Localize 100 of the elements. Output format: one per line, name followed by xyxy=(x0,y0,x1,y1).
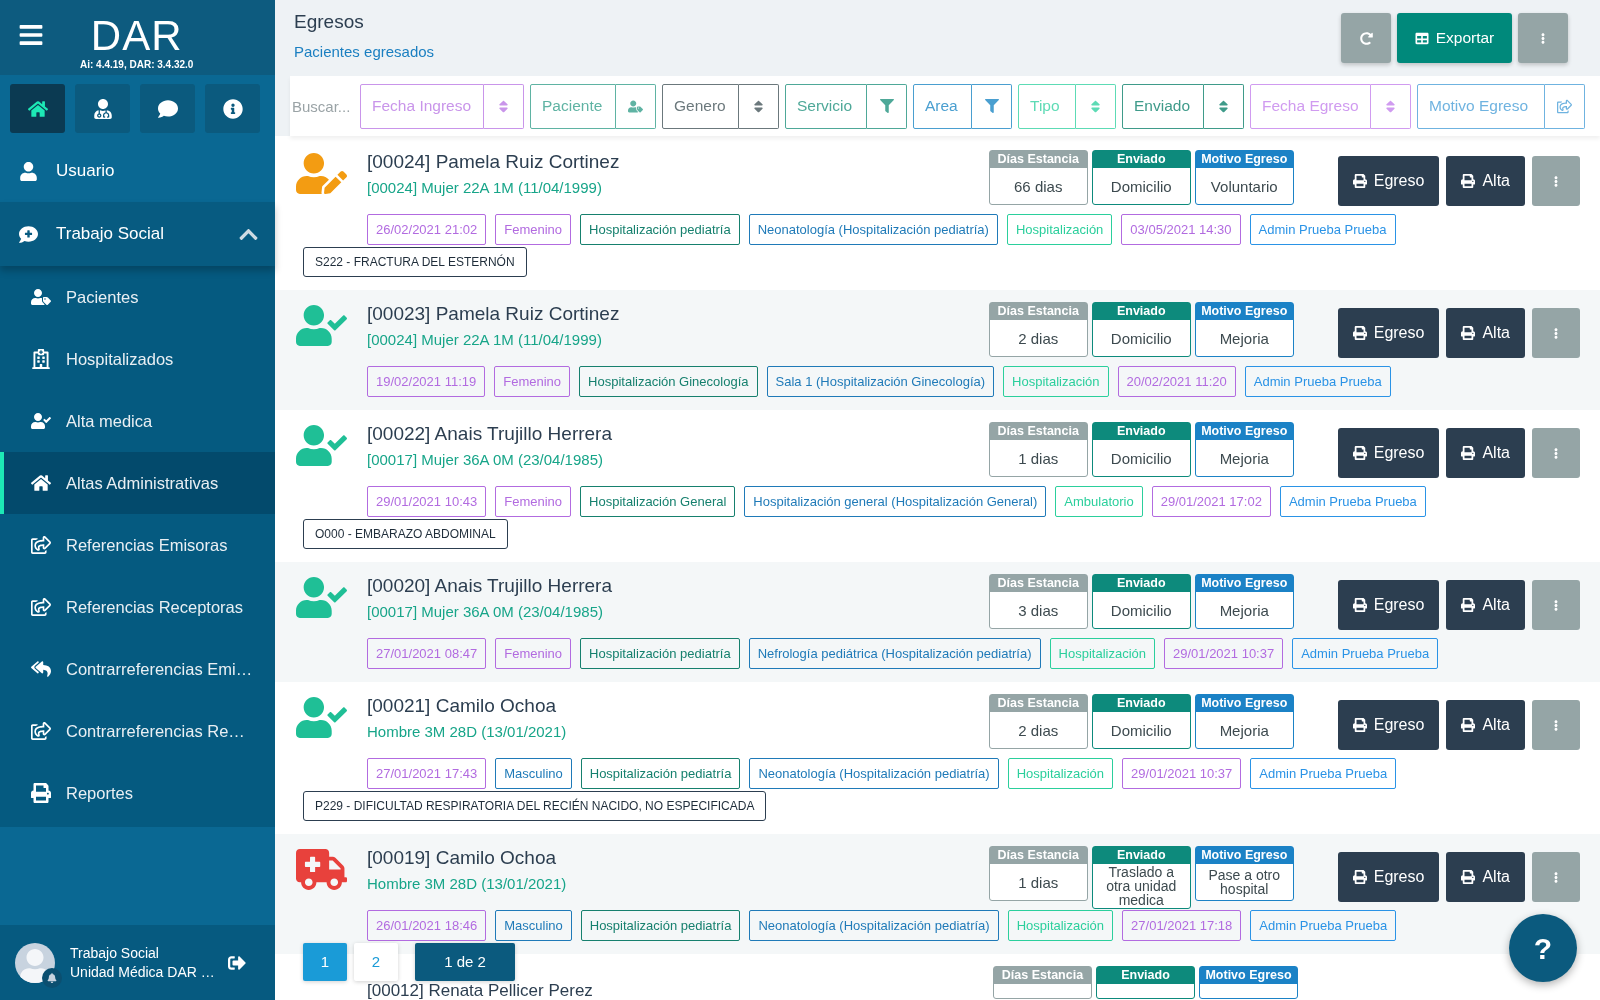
print-button[interactable]: Alta xyxy=(1446,308,1525,358)
filter-field[interactable]: Fecha Ingreso xyxy=(360,83,484,129)
logout-icon[interactable] xyxy=(227,953,247,972)
sidebar-item[interactable]: Contrarreferencias Re… xyxy=(0,700,275,762)
stat-value: Pase a otro hospital xyxy=(1207,866,1281,899)
sidebar-item[interactable]: Alta medica xyxy=(0,390,275,452)
print-button[interactable]: Egreso xyxy=(1337,700,1440,750)
doctor-icon xyxy=(92,98,113,119)
info-button[interactable] xyxy=(205,84,260,133)
patient-button[interactable] xyxy=(616,83,656,129)
list-row[interactable] xyxy=(275,290,1600,410)
print-button[interactable]: Egreso xyxy=(1337,308,1440,358)
stat-value: Domicilio xyxy=(1109,328,1173,349)
filter-field[interactable]: Enviado xyxy=(1122,83,1204,129)
filter-button[interactable] xyxy=(972,83,1012,129)
info-tag: Hospitalización pediatría xyxy=(580,638,740,669)
info-tag: Hospitalización Ginecología xyxy=(579,366,758,397)
filter-field[interactable]: Tipo xyxy=(1018,83,1076,129)
info-tag: Hospitalización xyxy=(1007,758,1114,789)
info-tag: 26/02/2021 21:02 xyxy=(367,214,487,245)
info-tag: Hospitalización General xyxy=(580,486,736,517)
info-tag: 27/01/2021 17:18 xyxy=(1122,910,1242,941)
printer-icon xyxy=(1352,326,1367,340)
stat-header: Días Estancia xyxy=(989,151,1087,168)
patient-name: [00012] Renata Pellicer Perez xyxy=(367,982,593,999)
info-tag: 27/01/2021 08:47 xyxy=(367,638,487,669)
sidebar-item[interactable]: Altas Administrativas xyxy=(0,452,275,514)
info-tag: Hospitalización xyxy=(1003,366,1109,397)
list-row[interactable] xyxy=(275,562,1600,682)
printer-icon xyxy=(1352,598,1367,612)
stat-header: Motivo Egreso xyxy=(1195,423,1293,440)
search-field[interactable]: Buscar... xyxy=(292,83,354,129)
share-icon xyxy=(31,721,51,741)
table-icon xyxy=(1414,31,1429,45)
sort-icon xyxy=(1216,98,1231,114)
filter-button[interactable] xyxy=(867,83,907,129)
stat-value: 2 dias xyxy=(1017,328,1060,349)
stat-header: Motivo Egreso xyxy=(1195,151,1293,168)
printer-icon xyxy=(1461,446,1476,460)
sort-button[interactable] xyxy=(1371,83,1411,129)
stat-header: Motivo Egreso xyxy=(1195,847,1293,864)
print-button[interactable]: Alta xyxy=(1446,428,1525,478)
reply-all-icon xyxy=(31,659,51,679)
home-button[interactable] xyxy=(10,84,65,133)
sidebar-item[interactable]: Contrarreferencias Emi… xyxy=(0,638,275,700)
version-label: Ai: 4.4.19, DAR: 3.4.32.0 xyxy=(80,59,194,71)
share-button[interactable] xyxy=(1545,83,1585,129)
print-button[interactable]: Alta xyxy=(1446,580,1525,630)
stat-value: Domicilio xyxy=(1109,720,1173,741)
sidebar-item[interactable]: Referencias Receptoras xyxy=(0,576,275,638)
stat-header: Días Estancia xyxy=(989,423,1087,440)
filter-field[interactable]: Fecha Egreso xyxy=(1250,83,1371,129)
refresh-button[interactable] xyxy=(1341,13,1391,63)
info-tag: Hospitalización pediatría xyxy=(580,910,741,941)
info-tag: Hospitalización xyxy=(1006,214,1113,245)
info-tag: Admin Prueba Prueba xyxy=(1249,214,1396,245)
sort-button[interactable] xyxy=(484,83,524,129)
filter-field[interactable]: Paciente xyxy=(530,83,616,129)
export-button[interactable]: Exportar xyxy=(1397,13,1512,63)
printer-icon xyxy=(1461,870,1476,884)
doctor-button[interactable] xyxy=(75,84,130,133)
stat-header: Enviado xyxy=(1092,575,1190,592)
patient-details: Hombre 3M 28D (13/01/2021) xyxy=(367,875,567,893)
sidebar-item[interactable]: Referencias Emisoras xyxy=(0,514,275,576)
refresh-icon xyxy=(1359,31,1373,45)
sort-button[interactable] xyxy=(739,83,779,129)
printer-icon xyxy=(1352,174,1367,188)
hospital-icon xyxy=(31,349,51,369)
home-icon xyxy=(31,473,51,493)
print-button[interactable]: Egreso xyxy=(1337,428,1440,478)
sidebar-item[interactable]: Reportes xyxy=(0,762,275,824)
print-button[interactable]: Egreso xyxy=(1337,156,1440,206)
chat-button[interactable] xyxy=(140,84,195,133)
filter-field[interactable]: Motivo Egreso xyxy=(1417,83,1545,129)
sort-button[interactable] xyxy=(1204,83,1244,129)
sidebar-item[interactable]: Pacientes xyxy=(0,266,275,328)
info-tag: 19/02/2021 11:19 xyxy=(367,366,486,397)
print-button[interactable]: Egreso xyxy=(1337,852,1440,902)
stat-header: Días Estancia xyxy=(994,967,1091,984)
user-check-icon xyxy=(296,425,347,466)
print-button[interactable]: Alta xyxy=(1446,700,1525,750)
medical-chat-icon xyxy=(18,224,38,244)
filter-field[interactable]: Area xyxy=(913,83,972,129)
print-button[interactable]: Alta xyxy=(1446,156,1525,206)
user-check-icon xyxy=(296,697,347,738)
stat-value: Domicilio xyxy=(1109,600,1173,621)
info-tag: Nefrología pediátrica (Hospitalización pediatría) xyxy=(748,638,1041,669)
filter-field[interactable]: Genero xyxy=(662,83,739,129)
printer-icon xyxy=(1352,870,1367,884)
sidebar-item[interactable]: Hospitalizados xyxy=(0,328,275,390)
section-header[interactable]: Trabajo Social xyxy=(0,202,275,266)
sort-icon xyxy=(496,98,511,114)
print-button[interactable]: Alta xyxy=(1446,852,1525,902)
info-tag: Femenino xyxy=(494,366,571,397)
bell-icon[interactable] xyxy=(42,967,62,988)
filter-field[interactable]: Servicio xyxy=(785,83,867,129)
user-check-icon xyxy=(31,411,51,431)
stat-header: Días Estancia xyxy=(989,847,1087,864)
print-button[interactable]: Egreso xyxy=(1337,580,1440,630)
info-tag: 29/01/2021 17:02 xyxy=(1151,486,1271,517)
